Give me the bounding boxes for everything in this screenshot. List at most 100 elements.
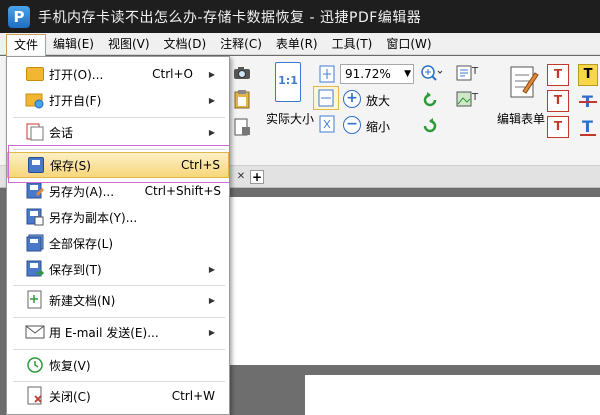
folder-open-icon xyxy=(25,64,45,84)
highlight-text-icon[interactable]: T xyxy=(578,64,598,86)
menu-item-close[interactable]: 关闭(C) Ctrl+W xyxy=(7,383,229,409)
email-icon xyxy=(25,322,45,342)
zoom-out-icon[interactable]: − xyxy=(343,116,361,134)
menu-item-label: 打开自(F) xyxy=(49,93,102,108)
clipboard-icon[interactable] xyxy=(231,88,253,110)
submenu-arrow-icon: ▶ xyxy=(208,327,215,337)
document-page-next[interactable] xyxy=(305,375,600,415)
menu-separator xyxy=(13,381,225,382)
edit-form-label[interactable]: 编辑表单 xyxy=(497,110,545,127)
new-document-icon xyxy=(25,290,45,310)
save-to-icon xyxy=(25,259,45,279)
save-as-icon xyxy=(25,181,45,201)
menu-item-save-all[interactable]: 全部保存(L) xyxy=(7,230,229,256)
menu-item-save-to[interactable]: 保存到(T) ▶ xyxy=(7,256,229,282)
menu-item-save-as[interactable]: 另存为(A)... Ctrl+Shift+S xyxy=(7,178,229,204)
menu-item-save[interactable]: 保存(S) Ctrl+S xyxy=(7,152,229,178)
menu-item-shortcut: Ctrl+O xyxy=(152,67,193,81)
chevron-down-icon: ▼ xyxy=(404,69,411,79)
underline-icon[interactable]: T xyxy=(578,116,598,138)
menu-window[interactable]: 窗口(W) xyxy=(379,34,438,54)
menu-tools[interactable]: 工具(T) xyxy=(325,34,380,54)
zoom-select[interactable]: 91.72% ▼ xyxy=(340,64,414,84)
typewriter-icon[interactable]: T xyxy=(455,62,481,84)
zoom-out-label[interactable]: 缩小 xyxy=(366,118,390,135)
zoom-tool-icon[interactable] xyxy=(418,63,444,83)
strikeout-icon[interactable]: T xyxy=(578,90,598,112)
menu-document[interactable]: 文档(D) xyxy=(157,34,214,54)
submenu-arrow-icon: ▶ xyxy=(208,264,215,274)
actual-size-icon[interactable]: 1:1 xyxy=(275,62,301,102)
folder-globe-icon xyxy=(25,90,45,110)
menu-item-label: 另存为(A)... xyxy=(49,184,115,199)
menu-item-label: 另存为副本(Y)... xyxy=(49,210,138,225)
stamp-icon[interactable] xyxy=(231,116,253,138)
save-icon xyxy=(26,155,46,175)
menu-item-session[interactable]: 会话 ▶ xyxy=(7,119,229,145)
menu-file[interactable]: 文件 xyxy=(6,33,47,56)
text-field-icon[interactable]: T xyxy=(547,64,569,86)
submenu-arrow-icon: ▶ xyxy=(208,69,215,79)
zoom-in-icon[interactable]: + xyxy=(343,90,361,108)
menu-item-open-from[interactable]: 打开自(F) ▶ xyxy=(7,87,229,113)
menu-separator xyxy=(13,317,225,318)
menu-item-shortcut: Ctrl+Shift+S xyxy=(144,184,221,198)
edit-form-icon[interactable] xyxy=(508,62,540,102)
session-icon xyxy=(25,122,45,142)
restore-icon xyxy=(25,355,45,375)
fit-page-icon[interactable] xyxy=(317,64,337,84)
menu-item-shortcut: Ctrl+W xyxy=(171,389,215,403)
submenu-arrow-icon: ▶ xyxy=(208,95,215,105)
menu-item-label: 恢复(V) xyxy=(49,358,91,373)
rotate-left-icon[interactable] xyxy=(420,90,440,110)
text-box-icon[interactable]: T xyxy=(547,90,569,112)
image-edit-icon[interactable]: T xyxy=(455,88,481,110)
save-copy-icon xyxy=(25,207,45,227)
submenu-arrow-icon: ▶ xyxy=(208,295,215,305)
actual-size-label[interactable]: 实际大小 xyxy=(266,110,314,127)
fit-visible-icon[interactable] xyxy=(317,114,337,134)
menu-item-new-document[interactable]: 新建文档(N) ▶ xyxy=(7,287,229,313)
document-page[interactable] xyxy=(230,197,600,365)
file-menu-dropdown: 打开(O)... Ctrl+O ▶ 打开自(F) ▶ 会话 ▶ 保存(S) Ct… xyxy=(6,56,230,415)
save-all-icon xyxy=(25,233,45,253)
menu-separator xyxy=(13,117,225,118)
menu-item-label: 会话 xyxy=(49,125,74,140)
menu-item-label: 用 E-mail 发送(E)... xyxy=(49,325,159,340)
menu-comment[interactable]: 注释(C) xyxy=(213,34,269,54)
menu-item-label: 保存(S) xyxy=(50,158,91,173)
menu-separator xyxy=(13,149,225,150)
form-field-icon[interactable]: T xyxy=(547,116,569,138)
close-tab-icon[interactable]: ✕ xyxy=(234,170,248,184)
menu-item-label: 全部保存(L) xyxy=(49,236,114,251)
menu-item-restore[interactable]: 恢复(V) xyxy=(7,352,229,378)
svg-text:T: T xyxy=(582,117,593,136)
zoom-in-label[interactable]: 放大 xyxy=(366,92,390,109)
menu-bar: 文件 编辑(E) 视图(V) 文档(D) 注释(C) 表单(R) 工具(T) 窗… xyxy=(0,33,600,56)
rotate-right-icon[interactable] xyxy=(420,116,440,136)
menu-view[interactable]: 视图(V) xyxy=(101,34,157,54)
menu-item-label: 新建文档(N) xyxy=(49,293,116,308)
menu-item-label: 打开(O)... xyxy=(49,67,104,82)
title-bar: P 手机内存卡读不出怎么办-存储卡数据恢复 - 迅捷PDF编辑器 xyxy=(0,0,600,33)
svg-text:T: T xyxy=(471,92,479,103)
window-title: 手机内存卡读不出怎么办-存储卡数据恢复 - 迅捷PDF编辑器 xyxy=(38,9,422,26)
menu-item-shortcut: Ctrl+S xyxy=(180,158,220,172)
camera-icon[interactable] xyxy=(232,64,252,82)
submenu-arrow-icon: ▶ xyxy=(208,127,215,137)
menu-item-save-copy[interactable]: 另存为副本(Y)... xyxy=(7,204,229,230)
menu-item-send-email[interactable]: 用 E-mail 发送(E)... ▶ xyxy=(7,319,229,345)
app-logo-icon: P xyxy=(8,5,30,28)
menu-item-label: 保存到(T) xyxy=(49,262,102,277)
menu-edit[interactable]: 编辑(E) xyxy=(46,34,101,54)
svg-text:T: T xyxy=(471,66,479,77)
new-tab-icon[interactable]: + xyxy=(250,170,264,184)
fit-width-icon[interactable] xyxy=(313,86,339,110)
close-document-icon xyxy=(25,386,45,406)
menu-form[interactable]: 表单(R) xyxy=(269,34,325,54)
menu-item-open[interactable]: 打开(O)... Ctrl+O ▶ xyxy=(7,61,229,87)
menu-separator xyxy=(13,349,225,350)
menu-separator xyxy=(13,285,225,286)
menu-item-label: 关闭(C) xyxy=(49,389,91,404)
zoom-value: 91.72% xyxy=(345,67,391,81)
